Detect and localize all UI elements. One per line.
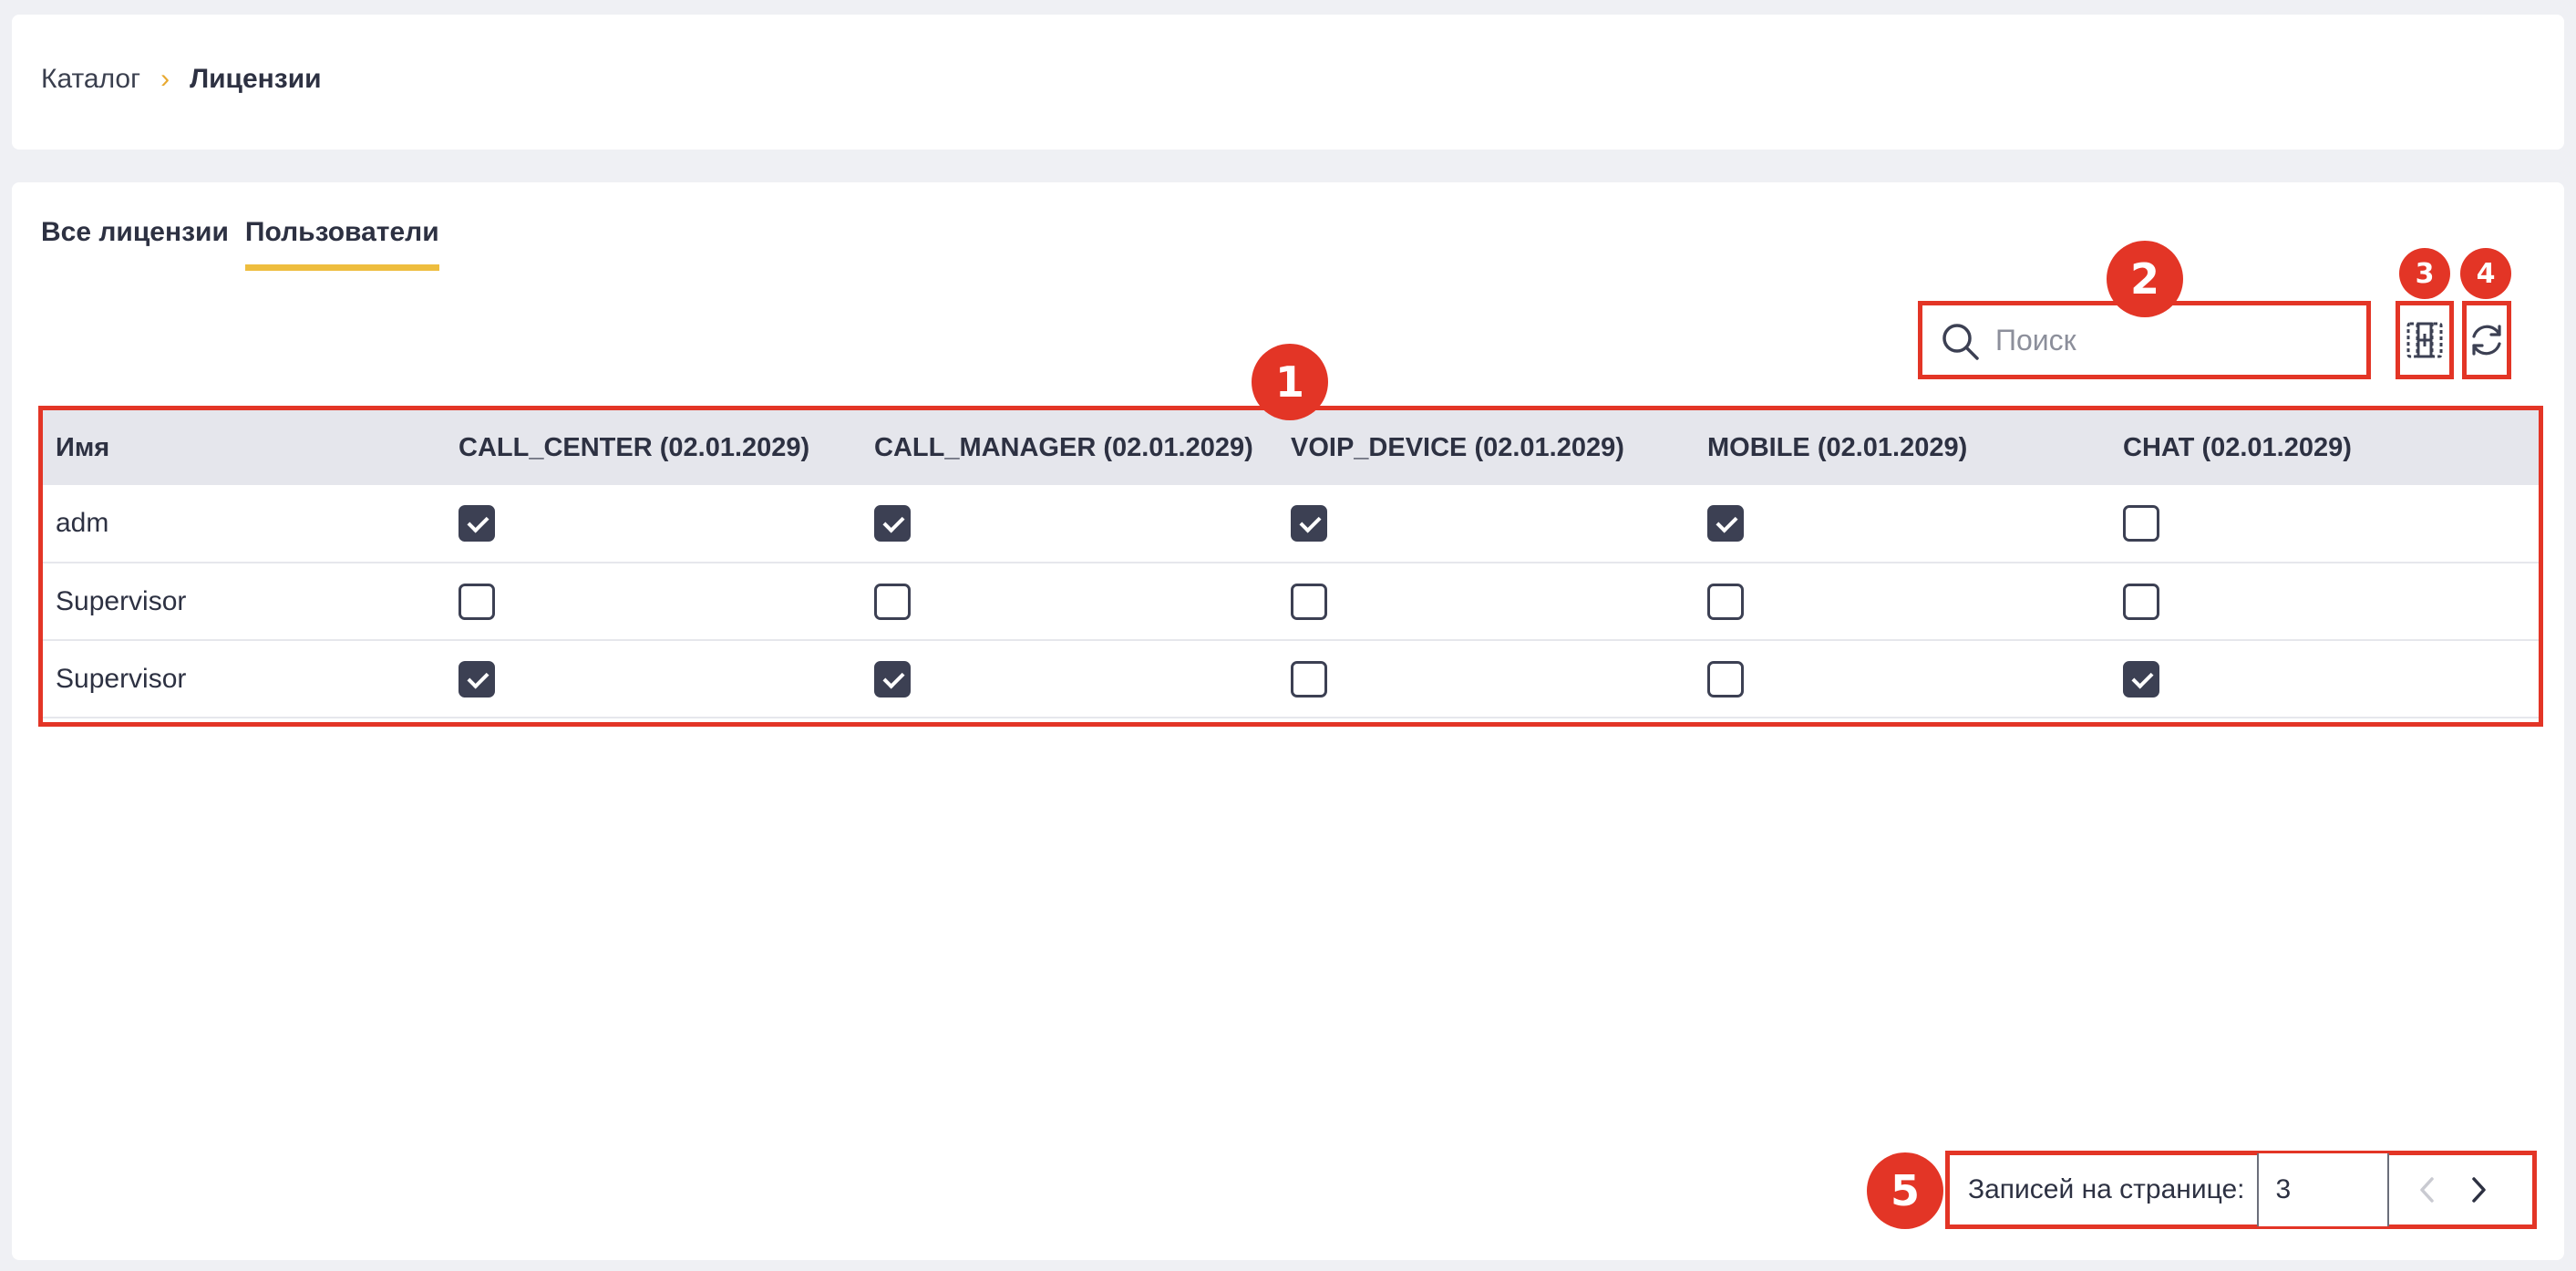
license-cell-chat [2123,485,2539,563]
annotation-badge-1: 1 [1252,344,1328,420]
table-body: adm Supervisor Supervisor [43,485,2539,718]
license-cell-mobile [1707,640,2123,718]
license-cell-call-manager [874,640,1291,718]
license-checkbox-call-manager[interactable] [874,660,911,698]
license-checkbox-voip-device[interactable] [1291,583,1327,620]
user-name-cell: adm [56,508,109,538]
license-cell-mobile [1707,485,2123,563]
annotation-badge-4: 4 [2460,248,2511,299]
column-header-voip-device[interactable]: VOIP_DEVICE (02.01.2029) [1291,410,1707,485]
license-checkbox-mobile[interactable] [1707,583,1744,620]
column-header-chat[interactable]: CHAT (02.01.2029) [2123,410,2539,485]
license-cell-chat [2123,563,2539,640]
license-checkbox-call-manager[interactable] [874,505,911,542]
license-checkbox-mobile[interactable] [1707,505,1744,542]
column-header-call-manager[interactable]: CALL_MANAGER (02.01.2029) [874,410,1291,485]
license-cell-call-center [459,485,874,563]
annotation-badge-3: 3 [2399,248,2450,299]
table-header-row: Имя CALL_CENTER (02.01.2029) CALL_MANAGE… [43,410,2539,485]
license-checkbox-voip-device[interactable] [1291,505,1327,542]
column-header-call-center[interactable]: CALL_CENTER (02.01.2029) [459,410,874,485]
refresh-button[interactable] [2462,301,2511,379]
license-checkbox-call-center[interactable] [459,505,495,542]
pagination: Записей на странице: [1945,1151,2537,1229]
chevron-right-icon [2472,1177,2487,1203]
license-cell-voip-device [1291,563,1707,640]
annotation-badge-2: 2 [2107,241,2183,317]
license-cell-chat [2123,640,2539,718]
chevron-left-icon [2420,1177,2435,1203]
column-settings-icon [2406,322,2443,358]
breadcrumb-panel: Каталог › Лицензии [12,15,2564,150]
license-checkbox-call-manager[interactable] [874,583,911,620]
breadcrumb-chevron-icon: › [160,64,170,94]
license-cell-call-manager [874,485,1291,563]
license-cell-call-manager [874,563,1291,640]
license-checkbox-chat[interactable] [2123,505,2159,542]
breadcrumb: Каталог › Лицензии [41,64,322,95]
page-size-label: Записей на странице: [1968,1174,2245,1204]
license-cell-call-center [459,640,874,718]
breadcrumb-catalog-link[interactable]: Каталог [41,64,140,95]
next-page-button[interactable] [2453,1155,2504,1224]
user-name-cell: Supervisor [56,663,187,694]
tab-all-licenses[interactable]: Все лицензии [41,217,229,271]
table-row: Supervisor [43,563,2539,640]
license-checkbox-voip-device[interactable] [1291,660,1327,698]
page-size-input[interactable] [2257,1153,2390,1226]
tab-users[interactable]: Пользователи [244,217,439,271]
column-header-mobile[interactable]: MOBILE (02.01.2029) [1707,410,2123,485]
user-name-cell: Supervisor [56,585,187,616]
table-row: Supervisor [43,640,2539,718]
license-checkbox-call-center[interactable] [459,583,495,620]
license-cell-mobile [1707,563,2123,640]
column-settings-button[interactable] [2396,301,2454,379]
search-icon [1942,324,1979,360]
search-input[interactable] [1995,315,2351,366]
column-header-name[interactable]: Имя [43,410,459,485]
refresh-icon [2472,325,2501,356]
license-cell-voip-device [1291,640,1707,718]
table-row: adm [43,485,2539,563]
license-checkbox-call-center[interactable] [459,660,495,698]
licenses-table-container: Имя CALL_CENTER (02.01.2029) CALL_MANAGE… [38,406,2543,727]
previous-page-button[interactable] [2402,1155,2453,1224]
license-checkbox-chat[interactable] [2123,660,2159,698]
license-checkbox-mobile[interactable] [1707,660,1744,698]
license-cell-call-center [459,563,874,640]
annotation-badge-5: 5 [1867,1152,1943,1229]
license-cell-voip-device [1291,485,1707,563]
licenses-table: Имя CALL_CENTER (02.01.2029) CALL_MANAGE… [43,410,2539,718]
license-checkbox-chat[interactable] [2123,583,2159,620]
tabs: Все лицензии Пользователи [41,217,456,271]
breadcrumb-current: Лицензии [190,64,322,94]
